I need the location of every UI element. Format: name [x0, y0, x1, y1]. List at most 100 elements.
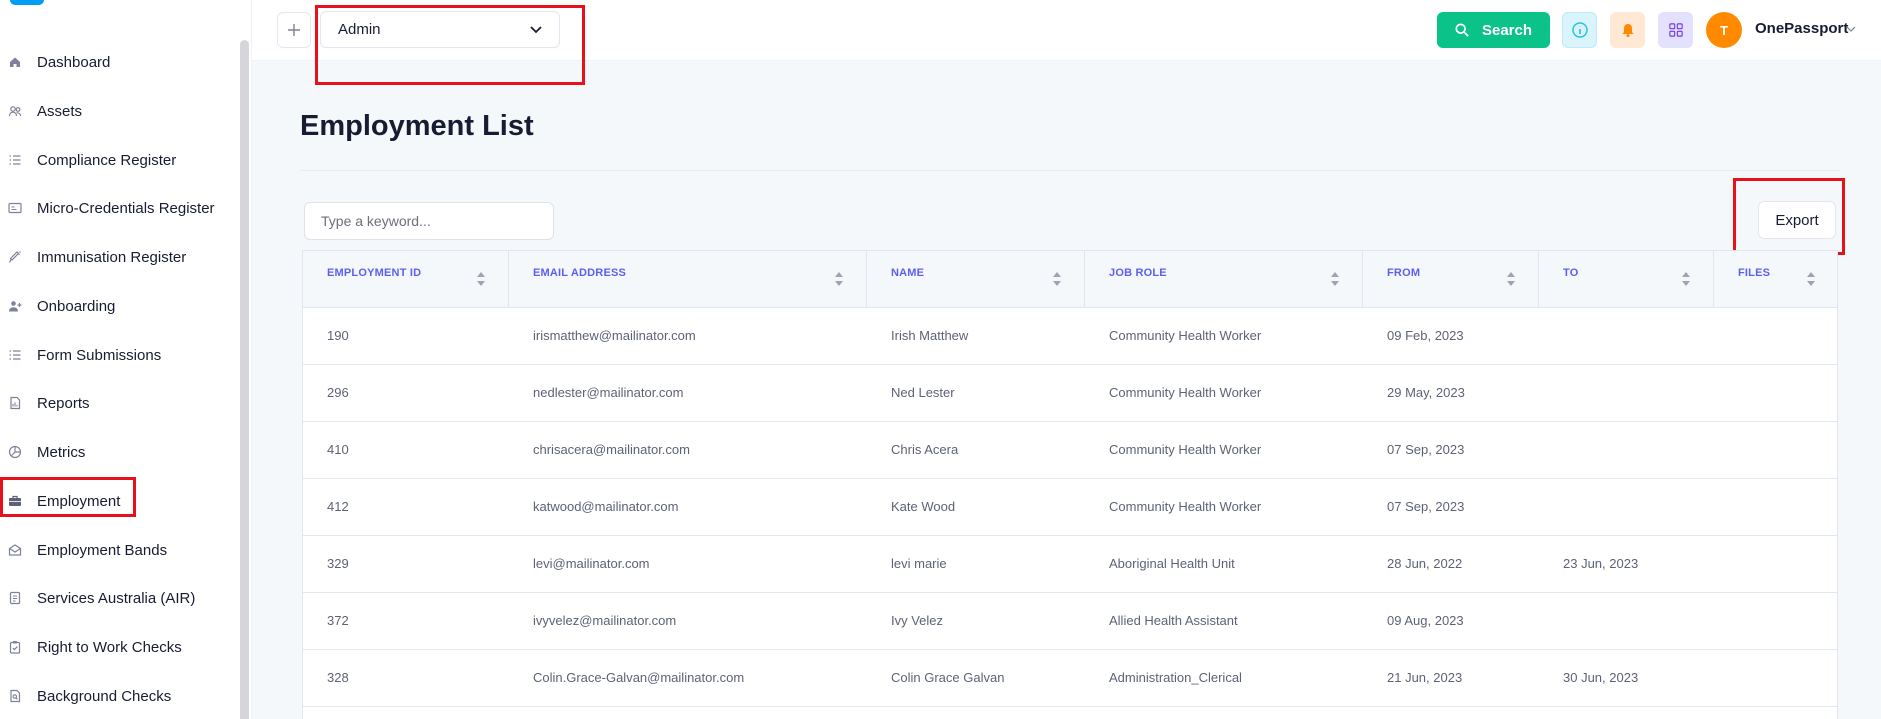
cell-email: nedlester@mailinator.com — [533, 385, 684, 400]
table-row[interactable]: 412 katwood@mailinator.com Kate Wood Commun… — [303, 479, 1837, 536]
home-icon — [8, 55, 22, 69]
logo[interactable] — [10, 0, 44, 5]
sidebar-item-immunisation-register[interactable]: Immunisation Register — [0, 235, 238, 279]
grid-icon — [1668, 23, 1683, 37]
sidebar-item-dashboard[interactable]: Dashboard — [0, 40, 238, 84]
column-header-label: NAME — [891, 267, 925, 279]
apps-button[interactable] — [1658, 12, 1693, 48]
search-button[interactable]: Search — [1437, 12, 1550, 48]
cell-to: 23 Jun, 2023 — [1563, 556, 1639, 571]
cell-from: 21 Jun, 2023 — [1387, 670, 1463, 685]
column-header[interactable]: EMPLOYMENT ID — [303, 251, 509, 308]
sidebar-item-right-to-work-checks[interactable]: Right to Work Checks — [0, 625, 238, 669]
sidebar-item-onboarding[interactable]: Onboarding — [0, 284, 238, 328]
avatar[interactable]: T — [1706, 12, 1742, 48]
sidebar-item-label: Services Australia (AIR) — [37, 589, 196, 607]
column-header[interactable]: FROM — [1363, 251, 1539, 308]
sidebar-scrollbar[interactable] — [240, 40, 249, 719]
badge-id-icon — [8, 591, 22, 605]
sidebar-item-label: Onboarding — [37, 297, 116, 315]
users-icon — [8, 104, 22, 118]
info-icon — [1571, 22, 1588, 38]
keyword-search-input[interactable] — [304, 202, 554, 240]
column-header[interactable]: TO — [1539, 251, 1714, 308]
sidebar-item-compliance-register[interactable]: Compliance Register — [0, 138, 238, 182]
table-row[interactable]: 190 irismatthew@mailinator.com Irish Matth… — [303, 308, 1837, 365]
cell-id: 328 — [327, 670, 349, 685]
file-search-icon — [8, 689, 22, 703]
add-button[interactable] — [277, 12, 311, 48]
sidebar-item-metrics[interactable]: Metrics — [0, 430, 238, 474]
sidebar-item-form-submissions[interactable]: Form Submissions — [0, 333, 238, 377]
table-row[interactable]: 296 nedlester@mailinator.com Ned Lester Com… — [303, 365, 1837, 422]
sort-icon[interactable] — [1506, 271, 1516, 287]
info-button[interactable] — [1562, 12, 1597, 48]
sidebar-item-label: Background Checks — [37, 687, 172, 705]
table-row[interactable]: 329 levi@mailinator.com levi marie Aborigin… — [303, 536, 1837, 593]
table-row[interactable]: 328 Colin.Grace-Galvan@mailinator.com Coli… — [303, 650, 1837, 707]
chevron-down-icon[interactable] — [1846, 24, 1856, 34]
table-row[interactable]: 410 chrisacera@mailinator.com Chris Acera C… — [303, 422, 1837, 479]
sidebar-item-background-checks[interactable]: Background Checks — [0, 674, 238, 718]
page-title: Employment List — [300, 110, 534, 142]
sort-icon[interactable] — [1681, 271, 1691, 287]
sort-icon[interactable] — [834, 271, 844, 287]
clipboard-check-icon — [8, 640, 22, 654]
sidebar: Dashboard Assets Compliance Register Micro-… — [0, 0, 252, 719]
sidebar-item-reports[interactable]: Reports — [0, 381, 238, 425]
cell-id: 190 — [327, 328, 349, 343]
syringe-icon — [8, 250, 22, 264]
sidebar-item-employment-bands[interactable]: Employment Bands — [0, 528, 238, 572]
cell-from: 09 Aug, 2023 — [1387, 613, 1464, 628]
cell-role: Aboriginal Health Unit — [1109, 556, 1235, 571]
sort-icon[interactable] — [476, 271, 486, 287]
cell-email: chrisacera@mailinator.com — [533, 442, 690, 457]
user-name[interactable]: OnePassport — [1755, 20, 1848, 37]
column-header-label: EMAIL ADDRESS — [533, 267, 627, 279]
column-header-label: FILES — [1738, 267, 1771, 279]
cell-from: 07 Sep, 2023 — [1387, 442, 1465, 457]
search-icon — [1455, 23, 1469, 37]
sidebar-item-label: Right to Work Checks — [37, 638, 182, 656]
cell-id: 410 — [327, 442, 349, 457]
sidebar-item-label: Dashboard — [37, 53, 111, 71]
cell-role: Administration_Clerical — [1109, 670, 1242, 685]
cell-id: 412 — [327, 499, 349, 514]
title-divider — [300, 170, 1840, 171]
user-plus-icon — [8, 299, 22, 313]
sort-icon[interactable] — [1806, 271, 1816, 287]
cell-email: Colin.Grace-Galvan@mailinator.com — [533, 670, 745, 685]
cell-email: ivyvelez@mailinator.com — [533, 613, 677, 628]
cell-name: Ivy Velez — [891, 613, 944, 628]
cell-name: Chris Acera — [891, 442, 959, 457]
highlight-box-employment — [0, 477, 136, 517]
sidebar-item-label: Immunisation Register — [37, 248, 187, 266]
sidebar-item-micro-credentials-register[interactable]: Micro-Credentials Register — [0, 186, 238, 230]
list-icon — [8, 153, 22, 167]
cell-email: irismatthew@mailinator.com — [533, 328, 696, 343]
cell-from: 09 Feb, 2023 — [1387, 328, 1464, 343]
cell-from: 28 Jun, 2022 — [1387, 556, 1463, 571]
cell-id: 372 — [327, 613, 349, 628]
document-chart-icon — [8, 396, 22, 410]
highlight-box-org-select — [315, 5, 585, 85]
notifications-button[interactable] — [1610, 12, 1645, 48]
column-header[interactable]: FILES — [1714, 251, 1839, 308]
sidebar-item-services-australia-air[interactable]: Services Australia (AIR) — [0, 576, 238, 620]
column-header-label: TO — [1563, 267, 1579, 279]
sort-icon[interactable] — [1052, 271, 1062, 287]
column-header[interactable]: JOB ROLE — [1085, 251, 1363, 308]
sort-icon[interactable] — [1330, 271, 1340, 287]
employment-table: EMPLOYMENT ID EMAIL ADDRESS NAME JOB ROLE FR… — [302, 250, 1838, 719]
column-header[interactable]: EMAIL ADDRESS — [509, 251, 867, 308]
sidebar-item-label: Employment Bands — [37, 541, 168, 559]
column-header[interactable]: NAME — [867, 251, 1085, 308]
cell-role: Allied Health Assistant — [1109, 613, 1238, 628]
cell-role: Community Health Worker — [1109, 499, 1262, 514]
sidebar-item-label: Assets — [37, 102, 83, 120]
cell-id: 296 — [327, 385, 349, 400]
sidebar-item-assets[interactable]: Assets — [0, 89, 238, 133]
table-row[interactable]: 372 ivyvelez@mailinator.com Ivy Velez Allie… — [303, 593, 1837, 650]
sidebar-item-label: Metrics — [37, 443, 86, 461]
cell-role: Community Health Worker — [1109, 442, 1262, 457]
